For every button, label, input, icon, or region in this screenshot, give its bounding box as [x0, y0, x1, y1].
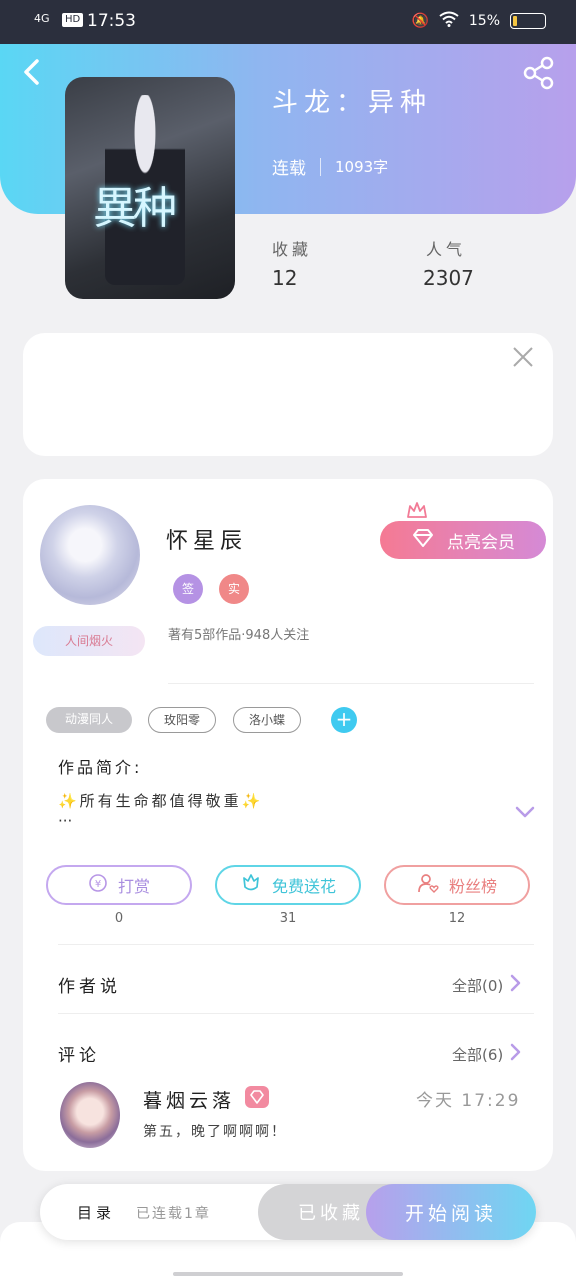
clock: 17:53	[87, 11, 136, 31]
reward-button-label: 打赏	[117, 877, 150, 896]
favorites-label: 收藏	[272, 240, 313, 259]
comments-all-link[interactable]: 全部(6)	[452, 1043, 521, 1065]
author-name[interactable]: 怀星辰	[166, 523, 247, 555]
start-reading-button[interactable]: 开始阅读	[366, 1184, 536, 1240]
status-right: 🔕 15%	[411, 11, 546, 31]
status-bar: 4G HD 17:53 🔕 15%	[0, 0, 576, 44]
commenter-name[interactable]: 暮烟云落	[143, 1086, 235, 1113]
author-says-all-link[interactable]: 全部(0)	[452, 974, 521, 996]
vip-button[interactable]: 点亮会员	[380, 521, 546, 559]
coin-icon: ¥	[88, 873, 108, 897]
tag-chip[interactable]: 洛小蝶	[233, 707, 301, 733]
cover-title-art: 異种	[93, 183, 177, 234]
chevron-right-icon	[509, 1043, 521, 1065]
intro-text: ✨所有生命都值得敬重✨	[58, 792, 264, 810]
hd-badge: HD	[62, 13, 84, 27]
ad-card	[23, 333, 553, 456]
author-title-badge: 人间烟火	[33, 626, 145, 656]
book-status-line: 连载 1093字	[272, 154, 388, 179]
share-icon[interactable]	[522, 56, 556, 90]
fan-ranking-label: 粉丝榜	[448, 877, 497, 896]
wifi-icon	[439, 11, 459, 31]
chapter-status: 已连载1章	[136, 1206, 211, 1222]
author-says-title: 作者说	[58, 977, 121, 997]
comment-text: 第五，晚了啊啊啊！	[143, 1124, 287, 1140]
author-meta: 著有5部作品·948人关注	[168, 628, 310, 643]
author-says-link-label: 全部(0)	[452, 976, 504, 995]
table-of-contents-button[interactable]: 目录	[77, 1202, 115, 1223]
divider	[58, 944, 534, 945]
reward-button[interactable]: ¥ 打赏	[46, 865, 192, 905]
verified-tag: 实	[219, 574, 249, 604]
intro-ellipsis: ···	[58, 812, 73, 830]
divider	[320, 157, 321, 176]
close-icon[interactable]	[512, 346, 534, 368]
mute-icon: 🔕	[411, 13, 429, 29]
comment-time: 今天 17:29	[416, 1091, 521, 1111]
chevron-right-icon	[509, 974, 521, 996]
diamond-badge-icon	[245, 1086, 269, 1108]
send-flower-button[interactable]: 免费送花	[215, 865, 361, 905]
home-indicator	[173, 1272, 403, 1276]
commenter-avatar[interactable]	[60, 1082, 120, 1148]
divider	[58, 1013, 534, 1014]
network-indicator: 4G	[34, 12, 50, 25]
book-title: 斗龙：异种	[272, 88, 433, 118]
fan-ranking-button[interactable]: 粉丝榜	[384, 865, 530, 905]
flower-count: 31	[279, 911, 297, 926]
tag-chip[interactable]: 动漫同人	[46, 707, 132, 733]
fan-count: 12	[448, 911, 466, 926]
add-tag-button[interactable]: +	[331, 707, 357, 733]
flower-icon	[240, 872, 262, 898]
divider	[168, 683, 534, 684]
reward-count: 0	[114, 911, 124, 926]
favorites-value: 12	[272, 266, 298, 290]
send-flower-label: 免费送花	[271, 877, 336, 896]
tag-chip[interactable]: 玫阳零	[148, 707, 216, 733]
vip-button-label: 点亮会员	[447, 532, 515, 553]
author-avatar[interactable]	[40, 505, 140, 605]
popularity-label: 人气	[426, 240, 467, 259]
popularity-value: 2307	[423, 266, 474, 290]
intro-label: 作品简介:	[58, 758, 143, 777]
serial-status: 连载	[272, 159, 306, 179]
battery-percent: 15%	[468, 13, 500, 29]
chevron-down-icon[interactable]	[514, 804, 536, 820]
signed-tag: 签	[173, 574, 203, 604]
back-icon[interactable]	[22, 58, 42, 94]
diamond-icon	[411, 528, 435, 553]
battery-icon	[510, 13, 546, 29]
comments-title: 评论	[58, 1046, 100, 1066]
svg-text:¥: ¥	[95, 879, 101, 890]
book-cover[interactable]: 異种	[65, 77, 235, 299]
word-count: 1093字	[335, 158, 389, 176]
user-heart-icon	[417, 872, 439, 898]
comments-link-label: 全部(6)	[452, 1045, 504, 1064]
